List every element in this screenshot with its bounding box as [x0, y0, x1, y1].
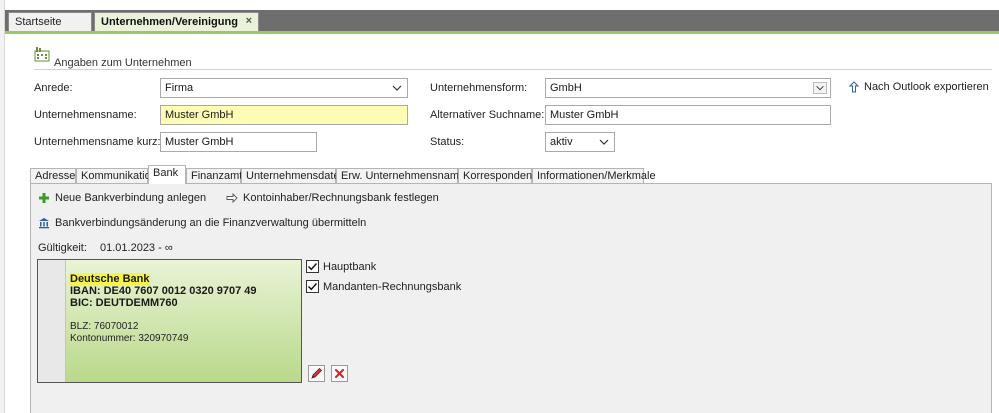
- tab-korrespondenz[interactable]: Korrespondenz: [458, 168, 538, 184]
- status-select[interactable]: aktiv: [545, 132, 615, 152]
- mandanten-rechnungsbank-label: Mandanten-Rechnungsbank: [323, 280, 462, 293]
- anrede-value: Firma: [165, 82, 194, 94]
- tab-label: Erw. Unternehmensnamen: [341, 170, 472, 182]
- unternehmensform-select[interactable]: GmbH: [545, 78, 831, 98]
- tab-informationen-merkmale[interactable]: Informationen/Merkmale: [532, 168, 656, 184]
- arrow-right-icon: [226, 192, 238, 204]
- tab-finanzamt[interactable]: Finanzamt: [186, 168, 243, 184]
- tab-label: Unternehmensdaten: [246, 170, 346, 182]
- edit-bank-button[interactable]: [308, 365, 325, 382]
- unternehmensname-kurz-label: Unternehmensname kurz:: [34, 136, 161, 148]
- tab-startseite[interactable]: Startseite: [8, 12, 92, 31]
- unternehmensform-label: Unternehmensform:: [430, 82, 528, 94]
- checkmark-icon: [308, 283, 318, 291]
- tab-label: Startseite: [15, 16, 62, 28]
- tab-unternehmen-vereinigung[interactable]: Unternehmen/Vereinigung ×: [94, 12, 259, 31]
- mandanten-rechnungsbank-checkbox[interactable]: [306, 280, 319, 293]
- tab-adresse[interactable]: Adresse: [30, 168, 76, 184]
- bank-bic: BIC: DEUTDEMM760: [70, 297, 178, 309]
- tab-unternehmensdaten[interactable]: Unternehmensdaten: [241, 168, 346, 184]
- mandanten-rechnungsbank-checkbox-row[interactable]: Mandanten-Rechnungsbank: [306, 280, 461, 293]
- tab-erw-unternehmensnamen[interactable]: Erw. Unternehmensnamen: [336, 168, 471, 184]
- bank-name: Deutsche Bank: [69, 273, 151, 285]
- document-tab-strip: Startseite Unternehmen/Vereinigung ×: [5, 10, 999, 31]
- unternehmensform-value: GmbH: [550, 82, 582, 94]
- checkmark-icon: [308, 263, 318, 271]
- transmit-bank-change-button[interactable]: Bankverbindungsänderung an die Finanzver…: [38, 217, 366, 229]
- status-label: Status:: [430, 136, 465, 148]
- section-divider: [34, 69, 992, 70]
- account-holder-button[interactable]: Kontoinhaber/Rechnungsbank festlegen: [226, 192, 439, 204]
- plus-icon: [39, 193, 49, 203]
- tab-label: Bank: [153, 167, 179, 179]
- bank-blz: BLZ: 76070012: [70, 321, 139, 332]
- card-stripe: [38, 260, 66, 382]
- chevron-down-icon[interactable]: [390, 82, 404, 94]
- chevron-down-icon[interactable]: [597, 136, 611, 148]
- alternativer-suchname-label: Alternativer Suchname:: [430, 109, 545, 121]
- account-holder-label: Kontoinhaber/Rechnungsbank festlegen: [243, 192, 439, 204]
- validity-value: 01.01.2023 - ∞: [100, 242, 173, 254]
- alternativer-suchname-input[interactable]: Muster GmbH: [545, 105, 831, 125]
- hauptbank-checkbox[interactable]: [306, 260, 319, 273]
- section-title: Angaben zum Unternehmen: [54, 57, 192, 69]
- pencil-icon: [311, 367, 323, 379]
- bank-iban: IBAN: DE40 7607 0012 0320 9707 49: [70, 285, 257, 297]
- factory-icon: [34, 47, 50, 62]
- delete-x-icon: [334, 368, 345, 379]
- tab-accent-line: [5, 31, 999, 34]
- anrede-label: Anrede:: [34, 82, 73, 94]
- tab-label: Korrespondenz: [463, 170, 538, 182]
- close-icon[interactable]: ×: [246, 15, 252, 27]
- validity-label: Gültigkeit:: [38, 242, 87, 254]
- tab-label: Finanzamt: [191, 170, 243, 182]
- status-value: aktiv: [550, 136, 573, 148]
- outlook-export-label: Nach Outlook exportieren: [864, 81, 989, 93]
- transmit-bank-change-label: Bankverbindungsänderung an die Finanzver…: [55, 217, 367, 229]
- new-bank-connection-button[interactable]: Neue Bankverbindung anlegen: [38, 192, 206, 204]
- anrede-select[interactable]: Firma: [160, 78, 408, 98]
- tab-label: Kommunikation: [81, 170, 157, 182]
- hauptbank-checkbox-row[interactable]: Hauptbank: [306, 260, 376, 273]
- chevron-down-icon[interactable]: [813, 82, 827, 94]
- outlook-export-button[interactable]: Nach Outlook exportieren: [848, 81, 989, 93]
- arrow-up-icon: [848, 81, 860, 93]
- unternehmensname-label: Unternehmensname:: [34, 109, 137, 121]
- bank-connection-card[interactable]: Deutsche Bank IBAN: DE40 7607 0012 0320 …: [37, 259, 302, 383]
- unternehmensname-kurz-input[interactable]: Muster GmbH: [160, 132, 317, 152]
- delete-bank-button[interactable]: [331, 365, 348, 382]
- tab-kommunikation[interactable]: Kommunikation: [76, 168, 157, 184]
- bank-account-number: Kontonummer: 320970749: [70, 333, 189, 344]
- tab-label: Informationen/Merkmale: [537, 170, 656, 182]
- tab-label: Adresse: [35, 170, 76, 182]
- unternehmensname-input[interactable]: Muster GmbH: [160, 105, 408, 125]
- tab-label: Unternehmen/Vereinigung: [101, 16, 238, 28]
- tab-bank[interactable]: Bank: [148, 165, 186, 184]
- left-gutter: [0, 0, 5, 413]
- hauptbank-label: Hauptbank: [323, 260, 377, 273]
- bank-building-icon: [39, 218, 49, 229]
- new-bank-connection-label: Neue Bankverbindung anlegen: [55, 192, 207, 204]
